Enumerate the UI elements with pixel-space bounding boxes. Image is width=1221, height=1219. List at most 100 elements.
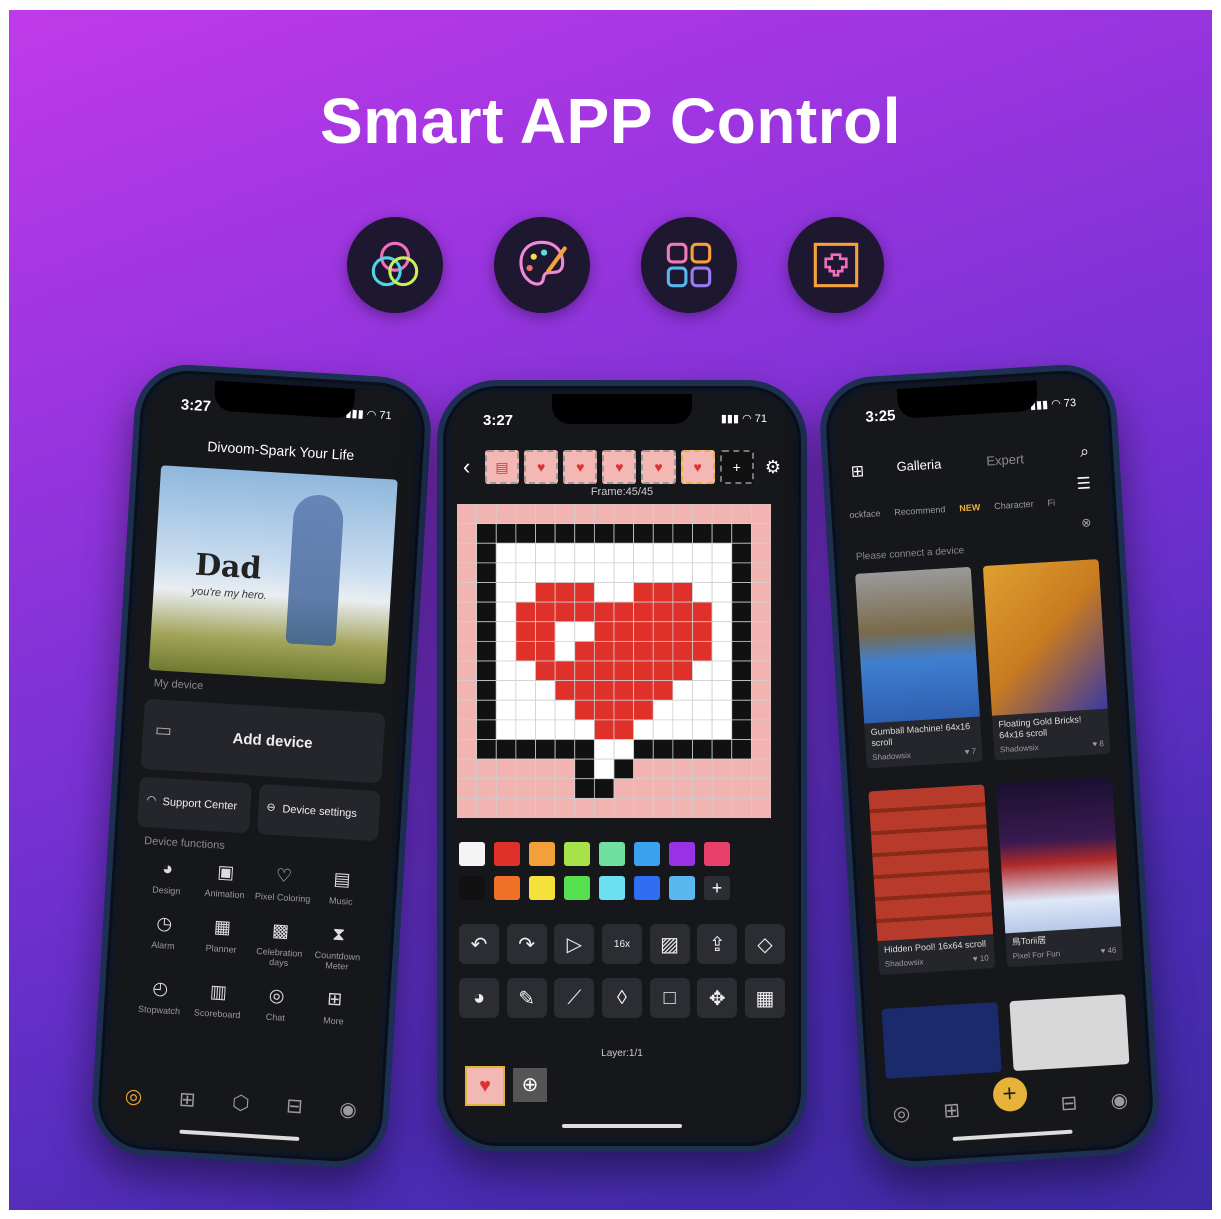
pixel-cell[interactable]: [515, 621, 536, 642]
size-button[interactable]: 16x: [601, 924, 642, 964]
pixel-cell[interactable]: [457, 758, 478, 780]
pixel-cell[interactable]: [574, 778, 595, 799]
color-swatch[interactable]: [564, 876, 590, 900]
pixel-cell[interactable]: [457, 778, 478, 799]
pixel-cell[interactable]: [574, 582, 595, 603]
color-swatch[interactable]: [494, 842, 520, 866]
pixel-cell[interactable]: [750, 660, 771, 682]
cube-icon[interactable]: ⬡: [231, 1090, 250, 1116]
pixel-cell[interactable]: [652, 504, 674, 525]
pixel-cell[interactable]: [574, 504, 595, 525]
pixel-cell[interactable]: [613, 719, 635, 740]
function-music[interactable]: ▤ Music: [311, 867, 371, 907]
subtab[interactable]: Recommend: [894, 504, 946, 517]
pixel-cell[interactable]: [613, 582, 635, 603]
pixel-cell[interactable]: [554, 523, 576, 544]
pixel-cell[interactable]: [476, 582, 497, 603]
pixel-cell[interactable]: [457, 504, 478, 525]
pixel-cell[interactable]: [554, 504, 576, 525]
subtab-new[interactable]: NEW: [959, 502, 981, 513]
pixel-cell[interactable]: [711, 582, 733, 603]
pixel-cell[interactable]: [731, 621, 752, 642]
profile-icon[interactable]: ◉: [1110, 1087, 1129, 1113]
gear-icon[interactable]: ⚙: [765, 457, 781, 478]
pixel-cell[interactable]: [495, 680, 517, 701]
pixel-cell[interactable]: [692, 621, 713, 642]
pixel-cell[interactable]: [652, 719, 674, 740]
pixel-cell[interactable]: [476, 640, 497, 662]
pixel-cell[interactable]: [731, 523, 752, 544]
pixel-cell[interactable]: [574, 739, 595, 760]
pixel-cell[interactable]: [731, 542, 752, 564]
pixel-cell[interactable]: [476, 797, 497, 818]
pixel-cell[interactable]: [457, 797, 478, 818]
tab-expert[interactable]: Expert: [986, 451, 1024, 468]
pixel-cell[interactable]: [731, 699, 752, 721]
pixel-canvas[interactable]: [457, 504, 771, 818]
pixel-cell[interactable]: [535, 797, 556, 818]
pixel-cell[interactable]: [515, 739, 536, 760]
pixel-cell[interactable]: [515, 758, 536, 780]
pixel-cell[interactable]: [711, 542, 733, 564]
color-swatch[interactable]: [599, 842, 625, 866]
pixel-cell[interactable]: [711, 562, 733, 583]
pixel-cell[interactable]: [672, 758, 693, 780]
image-import-icon[interactable]: ▨: [649, 924, 690, 964]
pixel-cell[interactable]: [613, 562, 635, 583]
color-swatch[interactable]: [704, 842, 730, 866]
pixel-cell[interactable]: [593, 719, 615, 740]
pixel-cell[interactable]: [535, 504, 556, 525]
pixel-cell[interactable]: [613, 758, 635, 780]
gallery-tile[interactable]: 鳥Torii居 Pixel For Fun ♥ 46: [996, 776, 1124, 968]
pixel-cell[interactable]: [633, 621, 654, 642]
support-center-button[interactable]: ◠ Support Center: [137, 776, 252, 834]
function-pixel-coloring[interactable]: ♡ Pixel Coloring: [253, 864, 313, 904]
pixel-cell[interactable]: [515, 523, 536, 544]
pixel-cell[interactable]: [495, 621, 517, 642]
pixel-cell[interactable]: [593, 660, 615, 682]
pixel-cell[interactable]: [672, 542, 693, 564]
pixel-cell[interactable]: [495, 523, 517, 544]
pixel-cell[interactable]: [672, 562, 693, 583]
pixel-cell[interactable]: [613, 504, 635, 525]
pixel-cell[interactable]: [652, 621, 674, 642]
pixel-cell[interactable]: [574, 660, 595, 682]
pixel-cell[interactable]: [750, 621, 771, 642]
pixel-cell[interactable]: [711, 778, 733, 799]
palette-icon[interactable]: ◕: [459, 978, 499, 1018]
pixel-cell[interactable]: [731, 660, 752, 682]
pixel-cell[interactable]: [554, 739, 576, 760]
pixel-cell[interactable]: [652, 739, 674, 760]
pixel-cell[interactable]: [593, 778, 615, 799]
pixel-cell[interactable]: [672, 601, 693, 623]
function-celebration-days[interactable]: ▩ Celebration days: [249, 919, 310, 969]
add-frame-button[interactable]: +: [719, 450, 754, 484]
pixel-cell[interactable]: [672, 778, 693, 799]
pixel-cell[interactable]: [495, 719, 517, 740]
grid-icon[interactable]: ⊞: [178, 1087, 196, 1113]
pixel-cell[interactable]: [652, 640, 674, 662]
pixel-cell[interactable]: [672, 523, 693, 544]
pixel-cell[interactable]: [554, 601, 576, 623]
pixel-cell[interactable]: [613, 523, 635, 544]
pixel-cell[interactable]: [652, 778, 674, 799]
pixel-cell[interactable]: [731, 640, 752, 662]
pixel-cell[interactable]: [495, 660, 517, 682]
subtab[interactable]: Fi: [1047, 498, 1055, 508]
pixel-cell[interactable]: [457, 660, 478, 682]
pixel-cell[interactable]: [535, 680, 556, 701]
pixel-cell[interactable]: [633, 699, 654, 721]
pixel-cell[interactable]: [535, 542, 556, 564]
pixel-cell[interactable]: [692, 640, 713, 662]
pixel-cell[interactable]: [692, 739, 713, 760]
pixel-cell[interactable]: [535, 640, 556, 662]
add-layer-button[interactable]: ⊕: [513, 1068, 547, 1102]
color-swatch[interactable]: [529, 842, 555, 866]
pixel-cell[interactable]: [535, 758, 556, 780]
subtab[interactable]: Character: [994, 499, 1034, 511]
pixel-cell[interactable]: [554, 778, 576, 799]
pixel-cell[interactable]: [476, 739, 497, 760]
move-icon[interactable]: ✥: [697, 978, 738, 1018]
pixel-cell[interactable]: [692, 523, 713, 544]
frame-thumb[interactable]: ♥: [641, 450, 676, 484]
